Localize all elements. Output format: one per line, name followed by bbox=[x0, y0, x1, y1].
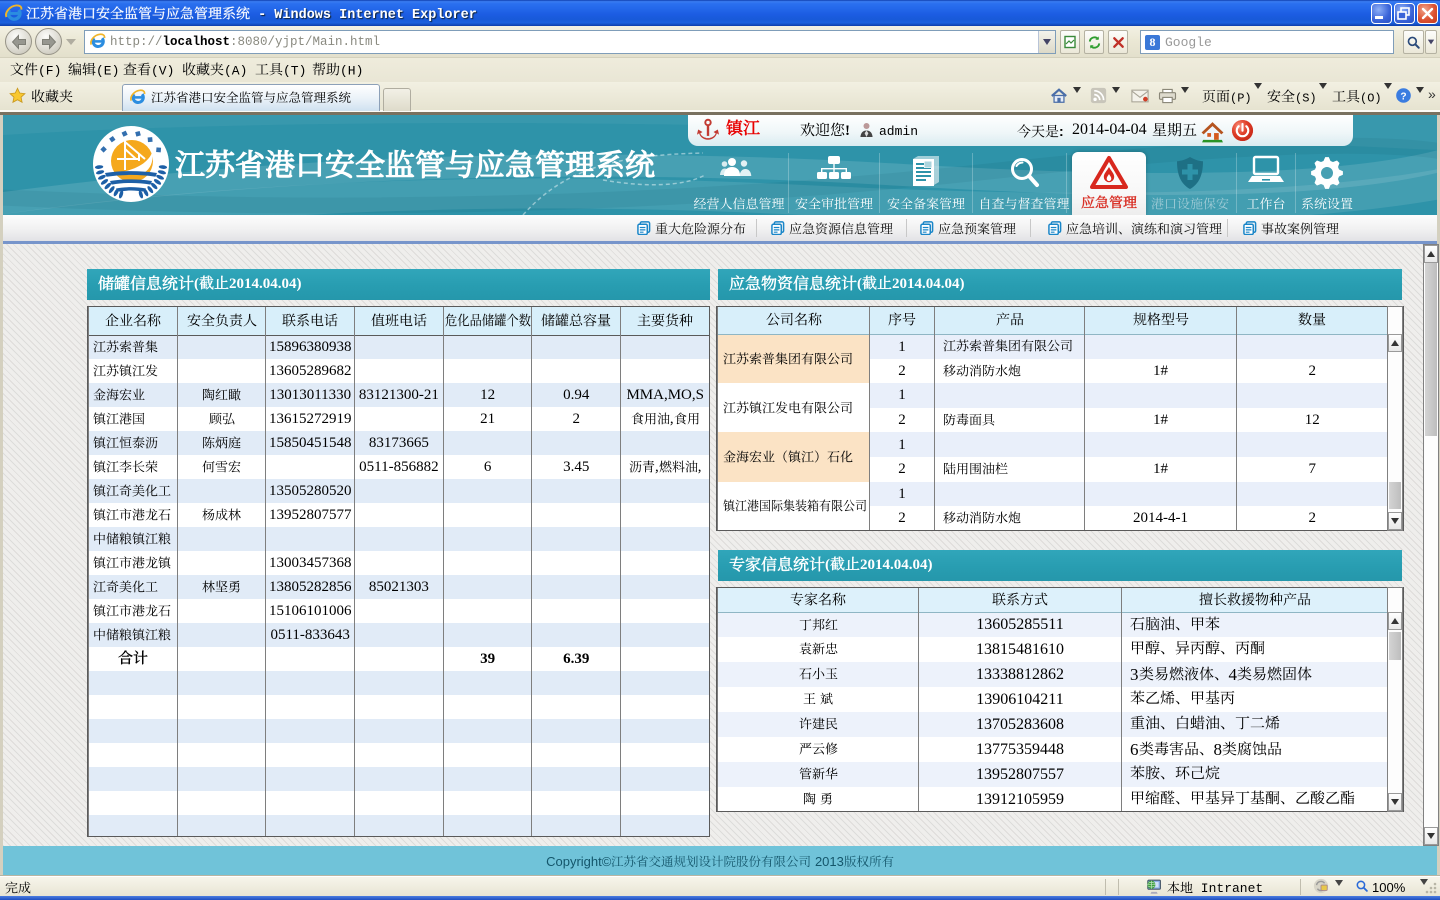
svg-text:?: ? bbox=[1400, 91, 1406, 102]
